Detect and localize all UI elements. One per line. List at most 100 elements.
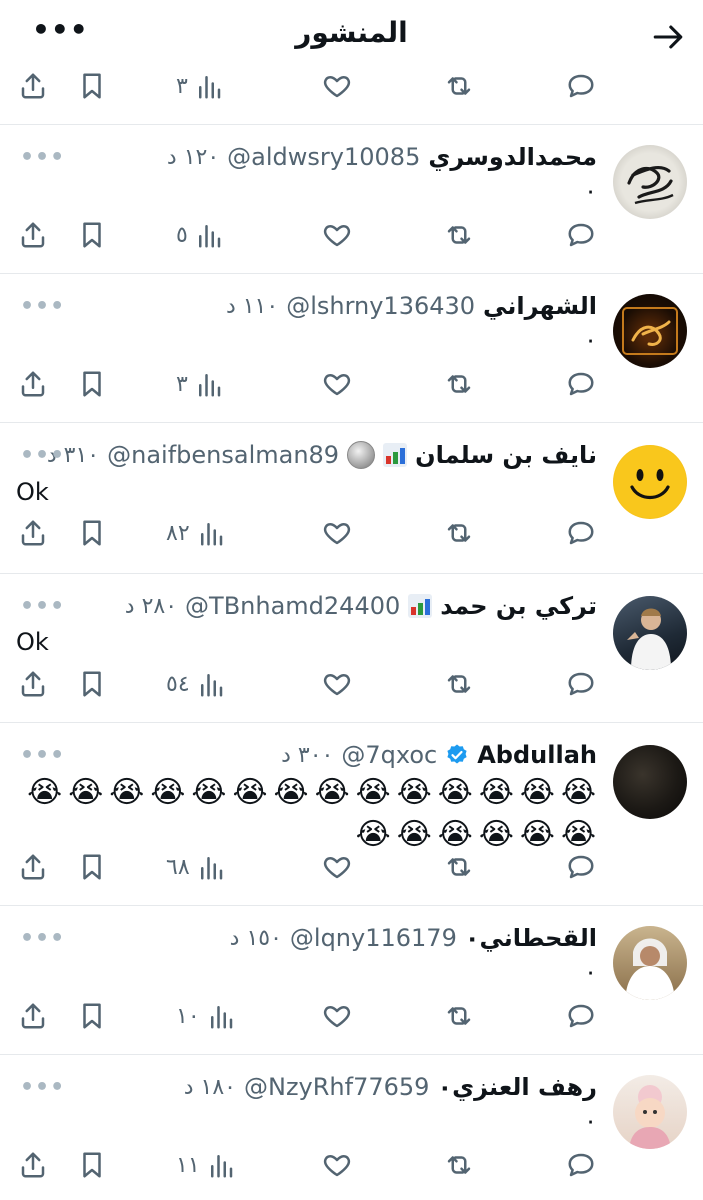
share-button[interactable] bbox=[18, 1145, 48, 1185]
avatar[interactable] bbox=[613, 294, 687, 368]
reply-button[interactable] bbox=[566, 513, 596, 553]
tweet-item[interactable]: رهف العنزي۰ @NzyRhf77659 ١٨٠ د ••• ۰ ١١ bbox=[0, 1055, 703, 1200]
share-button[interactable] bbox=[18, 364, 48, 404]
display-name[interactable]: Abdullah bbox=[477, 741, 597, 769]
more-options-icon[interactable]: ••• bbox=[20, 1075, 65, 1100]
display-name[interactable]: رهف العنزي۰ bbox=[437, 1073, 597, 1101]
tweet-item[interactable]: محمدالدوسري @aldwsry10085 ١٢٠ د ••• ۰ ٥ bbox=[0, 125, 703, 273]
like-button[interactable] bbox=[322, 66, 352, 106]
views-button[interactable]: ١٠ bbox=[176, 996, 236, 1036]
reply-button[interactable] bbox=[566, 215, 596, 255]
share-button[interactable] bbox=[18, 513, 48, 553]
views-button[interactable]: ٥ bbox=[176, 215, 224, 255]
more-options-icon[interactable]: ••• bbox=[20, 443, 65, 468]
retweet-button[interactable] bbox=[444, 664, 474, 704]
views-button[interactable]: ٥٤ bbox=[166, 664, 226, 704]
like-button[interactable] bbox=[322, 664, 352, 704]
reply-button[interactable] bbox=[566, 66, 596, 106]
retweet-button[interactable] bbox=[444, 66, 474, 106]
views-count: ٥٤ bbox=[166, 671, 190, 697]
timestamp[interactable]: ١٥٠ د bbox=[230, 926, 282, 951]
display-name[interactable]: محمدالدوسري bbox=[428, 143, 597, 171]
retweet-button[interactable] bbox=[444, 996, 474, 1036]
bookmark-button[interactable] bbox=[77, 1145, 107, 1185]
tweet-item[interactable]: تركي بن حمد @TBnhamd24400 ٢٨٠ د ••• Ok ٥… bbox=[0, 574, 703, 722]
tweet-item[interactable]: الشهراني @lshrny136430 ١١٠ د ••• ۰ ٣ bbox=[0, 274, 703, 422]
views-button[interactable]: ٨٢ bbox=[166, 513, 226, 553]
bookmark-icon bbox=[83, 520, 101, 546]
avatar[interactable] bbox=[613, 445, 687, 519]
like-button[interactable] bbox=[322, 513, 352, 553]
user-handle[interactable]: @7qxoc bbox=[341, 741, 437, 769]
reply-button[interactable] bbox=[566, 364, 596, 404]
bookmark-button[interactable] bbox=[77, 513, 107, 553]
share-button[interactable] bbox=[18, 66, 48, 106]
like-button[interactable] bbox=[322, 996, 352, 1036]
more-options-icon[interactable]: ••• bbox=[20, 594, 65, 619]
avatar[interactable] bbox=[613, 745, 687, 819]
retweet-button[interactable] bbox=[444, 215, 474, 255]
retweet-button[interactable] bbox=[444, 364, 474, 404]
views-button[interactable]: ٣ bbox=[176, 66, 224, 106]
crying-face-emoji: 😭 bbox=[273, 775, 309, 810]
share-button[interactable] bbox=[18, 215, 48, 255]
tweet-header: محمدالدوسري @aldwsry10085 ١٢٠ د bbox=[167, 143, 597, 171]
bookmark-button[interactable] bbox=[77, 996, 107, 1036]
avatar[interactable] bbox=[613, 596, 687, 670]
reply-button[interactable] bbox=[566, 847, 596, 887]
bookmark-button[interactable] bbox=[77, 847, 107, 887]
user-handle[interactable]: @NzyRhf77659 bbox=[244, 1073, 429, 1101]
reply-icon bbox=[568, 672, 594, 696]
display-name[interactable]: نايف بن سلمان bbox=[415, 441, 597, 469]
more-options-icon[interactable]: ••• bbox=[20, 294, 65, 319]
display-name[interactable]: تركي بن حمد bbox=[440, 592, 597, 620]
user-handle[interactable]: @aldwsry10085 bbox=[227, 143, 420, 171]
reply-icon bbox=[568, 74, 594, 98]
tweet-item[interactable]: القحطاني۰ @lqny116179 ١٥٠ د ••• ۰ ١٠ bbox=[0, 906, 703, 1054]
tweet-actions: ١١ bbox=[0, 1145, 703, 1185]
bookmark-button[interactable] bbox=[77, 215, 107, 255]
user-handle[interactable]: @lqny116179 bbox=[290, 924, 457, 952]
reply-button[interactable] bbox=[566, 1145, 596, 1185]
like-button[interactable] bbox=[322, 364, 352, 404]
display-name[interactable]: الشهراني bbox=[483, 292, 597, 320]
tweet-item[interactable]: نايف بن سلمان @naifbensalman89 ٣١٠ د •••… bbox=[0, 423, 703, 573]
avatar[interactable] bbox=[613, 145, 687, 219]
user-handle[interactable]: @naifbensalman89 bbox=[107, 441, 339, 469]
views-icon bbox=[210, 1155, 232, 1178]
tweet-item[interactable]: Abdullah @7qxoc ٣٠٠ د ••• 😭 😭 😭 😭 😭 😭 😭 😭 😭 😭 😭 😭 😭 😭… bbox=[0, 723, 703, 905]
retweet-button[interactable] bbox=[444, 847, 474, 887]
user-handle[interactable]: @lshrny136430 bbox=[286, 292, 475, 320]
more-options-icon[interactable]: ••• bbox=[20, 743, 65, 768]
retweet-button[interactable] bbox=[444, 513, 474, 553]
display-name[interactable]: القحطاني۰ bbox=[465, 924, 597, 952]
bookmark-button[interactable] bbox=[77, 664, 107, 704]
timestamp[interactable]: ١١٠ د bbox=[226, 294, 278, 319]
like-button[interactable] bbox=[322, 847, 352, 887]
timestamp[interactable]: ١٢٠ د bbox=[167, 145, 219, 170]
verified-badge-icon bbox=[447, 744, 467, 764]
timestamp[interactable]: ٣٠٠ د bbox=[281, 743, 333, 768]
more-options-icon[interactable]: ••• bbox=[20, 926, 65, 951]
bookmark-button[interactable] bbox=[77, 364, 107, 404]
like-button[interactable] bbox=[322, 1145, 352, 1185]
more-options-icon[interactable]: ••• bbox=[20, 145, 65, 170]
reply-button[interactable] bbox=[566, 996, 596, 1036]
timestamp[interactable]: ١٨٠ د bbox=[184, 1075, 236, 1100]
avatar[interactable] bbox=[613, 1075, 687, 1149]
reply-button[interactable] bbox=[566, 664, 596, 704]
retweet-button[interactable] bbox=[444, 1145, 474, 1185]
views-button[interactable]: ٦٨ bbox=[166, 847, 226, 887]
avatar[interactable] bbox=[613, 926, 687, 1000]
share-button[interactable] bbox=[18, 664, 48, 704]
views-button[interactable]: ٣ bbox=[176, 364, 224, 404]
share-button[interactable] bbox=[18, 996, 48, 1036]
share-button[interactable] bbox=[18, 847, 48, 887]
like-button[interactable] bbox=[322, 215, 352, 255]
views-button[interactable]: ١١ bbox=[176, 1145, 236, 1185]
football-player-avatar-image bbox=[627, 608, 671, 670]
bookmark-button[interactable] bbox=[77, 66, 107, 106]
back-arrow-icon[interactable] bbox=[651, 20, 685, 54]
timestamp[interactable]: ٢٨٠ د bbox=[125, 594, 177, 619]
user-handle[interactable]: @TBnhamd24400 bbox=[185, 592, 400, 620]
